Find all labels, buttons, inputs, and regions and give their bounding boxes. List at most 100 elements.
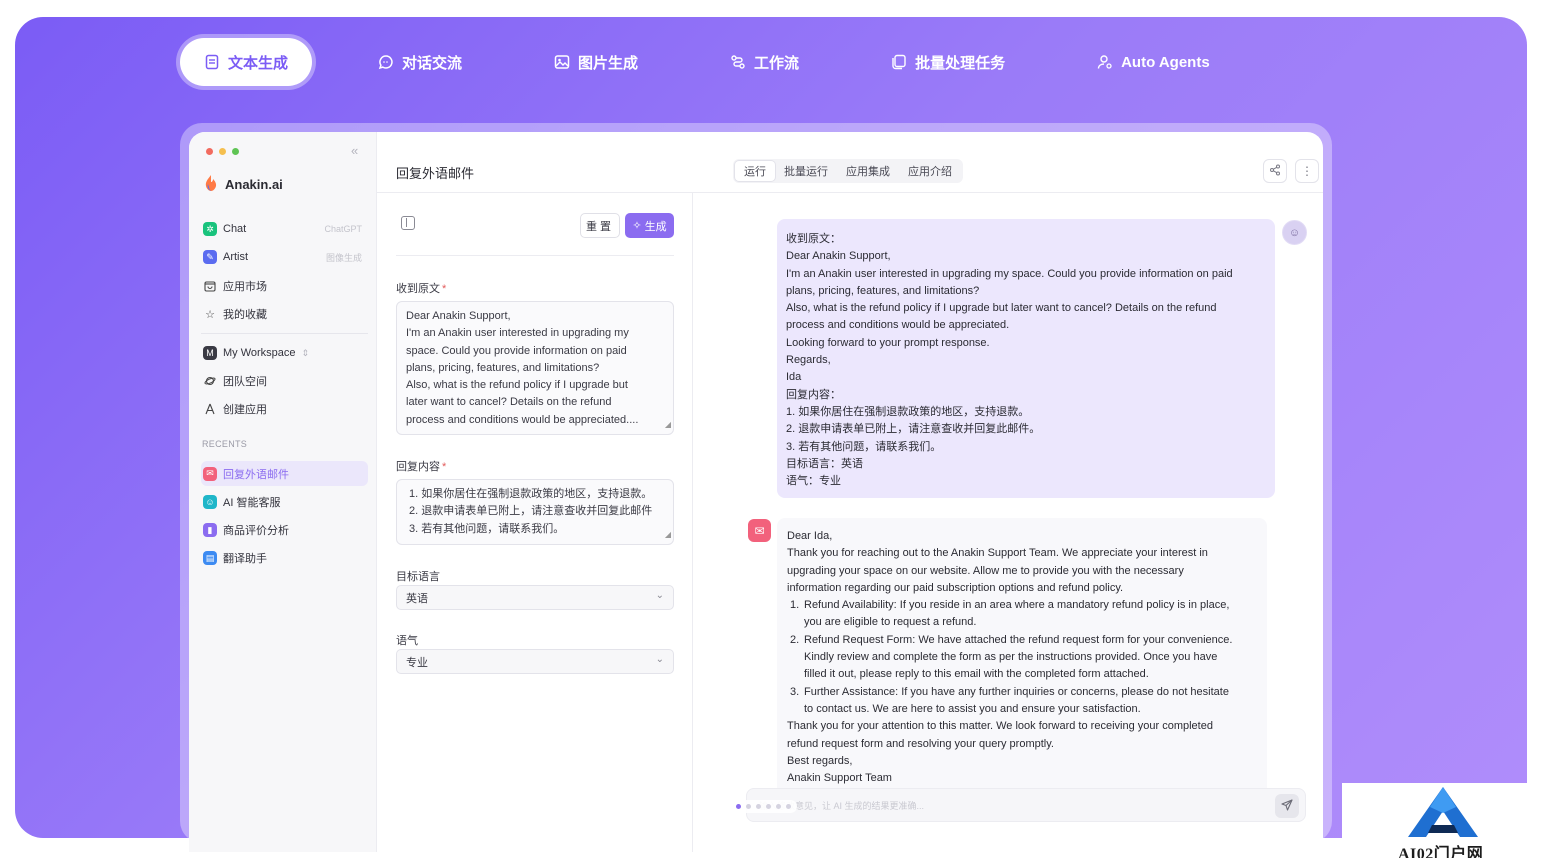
resize-handle-icon[interactable]: ◢ bbox=[665, 526, 671, 543]
tab-run[interactable]: 运行 bbox=[735, 161, 775, 181]
text-line: space. Could you provide information on … bbox=[406, 344, 627, 357]
nav-auto-agents[interactable]: Auto Agents bbox=[1073, 38, 1234, 86]
anakin-logo-icon bbox=[203, 174, 219, 195]
batch-icon bbox=[891, 54, 907, 70]
carousel-dot[interactable] bbox=[736, 804, 741, 809]
message-line: Best regards, bbox=[787, 754, 853, 767]
reply-content-input[interactable]: 1. 如果你居住在强制退款政策的地区，支持退款。 2. 退款申请表单已附上，请注… bbox=[396, 479, 674, 545]
message-line: Thank you for reaching out to the Anakin… bbox=[787, 547, 1208, 560]
mail-icon: ✉ bbox=[748, 519, 771, 542]
nav-batch-tasks[interactable]: 批量处理任务 bbox=[867, 38, 1029, 86]
generate-button[interactable]: ✧ 生成 bbox=[625, 213, 674, 238]
label-text: 回复内容 bbox=[396, 461, 440, 473]
sidebar-divider bbox=[201, 333, 368, 334]
required-mark: * bbox=[442, 283, 447, 295]
input-form: 重置 ✧ 生成 收到原文 * Dear Anakin Support, I'm a… bbox=[377, 193, 693, 852]
nav-label: 工作流 bbox=[754, 54, 800, 72]
resize-handle-icon[interactable]: ◢ bbox=[665, 416, 671, 433]
message-line: 回复内容： bbox=[786, 388, 841, 401]
message-line: 目标语言：英语 bbox=[786, 457, 863, 470]
message-line: process and conditions would be apprecia… bbox=[786, 319, 1010, 332]
collapse-sidebar-icon[interactable]: « bbox=[351, 143, 358, 158]
reset-button[interactable]: 重置 bbox=[580, 213, 620, 238]
list-number: 3. bbox=[790, 685, 800, 698]
carousel-dot[interactable] bbox=[756, 804, 761, 809]
recent-item-translator[interactable]: ▤ 翻译助手 bbox=[201, 546, 368, 570]
text-line: I'm an Anakin user interested in upgradi… bbox=[406, 327, 629, 340]
feedback-input[interactable]: 输入修改意见，让 AI 生成的结果更准确... bbox=[746, 788, 1306, 822]
chevron-down-icon: ⌄ bbox=[655, 654, 664, 665]
carousel-dot[interactable] bbox=[766, 804, 771, 809]
app-header: 回复外语邮件 运行 批量运行 应用集成 应用介绍 ⋮ bbox=[377, 132, 1323, 193]
nav-image-generation[interactable]: 图片生成 bbox=[530, 38, 662, 86]
minimize-dot[interactable] bbox=[219, 148, 226, 155]
list-item: 1. Refund Availability: If you reside in… bbox=[787, 597, 1257, 632]
text-line: process and conditions would be apprecia… bbox=[406, 413, 639, 426]
carousel-dot[interactable] bbox=[746, 804, 751, 809]
sparkle-icon: ✧ bbox=[632, 220, 642, 232]
target-language-select[interactable]: 英语 ⌄ bbox=[396, 585, 674, 610]
share-button[interactable] bbox=[1263, 159, 1287, 183]
list-item: 2. Refund Request Form: We have attached… bbox=[787, 632, 1257, 684]
nav-text-generation[interactable]: 文本生成 bbox=[180, 38, 313, 86]
panel-toggle-icon[interactable] bbox=[401, 216, 415, 230]
numbered-list: 1. Refund Availability: If you reside in… bbox=[787, 597, 1257, 718]
recent-item-ai-support[interactable]: ☺ AI 智能客服 bbox=[201, 490, 368, 514]
sidebar-item-artist[interactable]: ✎ Artist 图像生成 bbox=[201, 245, 368, 269]
watermark-text: AI02门户网 bbox=[1398, 846, 1484, 858]
carousel-dot[interactable] bbox=[786, 804, 791, 809]
nav-workflow[interactable]: 工作流 bbox=[706, 38, 823, 86]
workspace-switcher[interactable]: M My Workspace ⇕ bbox=[201, 341, 368, 365]
recent-item-review-analysis[interactable]: ▮ 商品评价分析 bbox=[201, 518, 368, 542]
nav-chat[interactable]: 对话交流 bbox=[354, 38, 486, 86]
text-line: plans, pricing, features, and limitation… bbox=[406, 361, 600, 374]
carousel-indicator[interactable] bbox=[730, 800, 797, 813]
brand-name: Anakin.ai bbox=[225, 177, 283, 192]
sidebar-item-team-space[interactable]: 团队空间 bbox=[201, 369, 368, 393]
brand[interactable]: Anakin.ai bbox=[203, 174, 283, 195]
message-line: Kindly review and complete the form as p… bbox=[804, 651, 1218, 664]
message-line: Ida bbox=[786, 371, 802, 384]
message-line: Refund Availability: If you reside in an… bbox=[804, 599, 1230, 612]
chatgpt-icon: ✲ bbox=[203, 222, 217, 236]
sidebar-item-create-app[interactable]: 创建应用 bbox=[201, 397, 368, 421]
workspace-label: My Workspace bbox=[223, 347, 296, 359]
chevron-updown-icon: ⇕ bbox=[301, 347, 310, 358]
mode-tabs: 运行 批量运行 应用集成 应用介绍 bbox=[733, 159, 963, 183]
chevron-down-icon: ⌄ bbox=[655, 590, 664, 601]
more-button[interactable]: ⋮ bbox=[1295, 159, 1319, 183]
tab-about[interactable]: 应用介绍 bbox=[899, 161, 961, 181]
message-line: Regards, bbox=[786, 354, 831, 367]
tone-select[interactable]: 专业 ⌄ bbox=[396, 649, 674, 674]
carousel-dot[interactable] bbox=[776, 804, 781, 809]
message-line: Also, what is the refund policy if I upg… bbox=[786, 302, 1217, 315]
tab-integration[interactable]: 应用集成 bbox=[837, 161, 899, 181]
maximize-dot[interactable] bbox=[232, 148, 239, 155]
text-line: 2. 退款申请表单已附上，请注意查收并回复此邮件 bbox=[409, 505, 653, 518]
sidebar-item-label: 我的收藏 bbox=[223, 309, 267, 321]
sidebar-item-chat[interactable]: ✲ Chat ChatGPT bbox=[201, 217, 368, 241]
original-text-input[interactable]: Dear Anakin Support, I'm an Anakin user … bbox=[396, 301, 674, 435]
text-line: Dear Anakin Support, bbox=[406, 310, 511, 322]
bar-chart-icon: ▮ bbox=[203, 523, 217, 537]
watermark-logo-icon bbox=[1408, 787, 1478, 837]
planet-icon bbox=[203, 374, 217, 388]
message-line: Dear Anakin Support, bbox=[786, 250, 891, 263]
message-line: to contact us. We are here to assist you… bbox=[804, 702, 1141, 715]
close-dot[interactable] bbox=[206, 148, 213, 155]
user-avatar[interactable]: ☺ bbox=[1282, 220, 1307, 245]
message-line: Further Assistance: If you have any furt… bbox=[804, 685, 1229, 698]
message-line: plans, pricing, features, and limitation… bbox=[786, 284, 980, 297]
text-line: 1. 如果你居住在强制退款政策的地区，支持退款。 bbox=[409, 488, 653, 500]
tone-label: 语气 bbox=[396, 635, 418, 647]
assistant-message: Dear Ida, Thank you for reaching out to … bbox=[777, 518, 1267, 818]
sidebar-item-app-store[interactable]: 应用市场 bbox=[201, 274, 368, 298]
sidebar-item-label: 应用市场 bbox=[223, 281, 267, 293]
workflow-icon bbox=[730, 54, 746, 70]
recent-item-reply-email[interactable]: ✉ 回复外语邮件 bbox=[201, 461, 368, 486]
tab-batch-run[interactable]: 批量运行 bbox=[775, 161, 837, 181]
list-number: 2. bbox=[790, 633, 800, 646]
workspace-badge: M bbox=[203, 346, 217, 360]
sidebar-item-favorites[interactable]: ☆ 我的收藏 bbox=[201, 302, 368, 326]
send-button[interactable] bbox=[1275, 794, 1299, 818]
